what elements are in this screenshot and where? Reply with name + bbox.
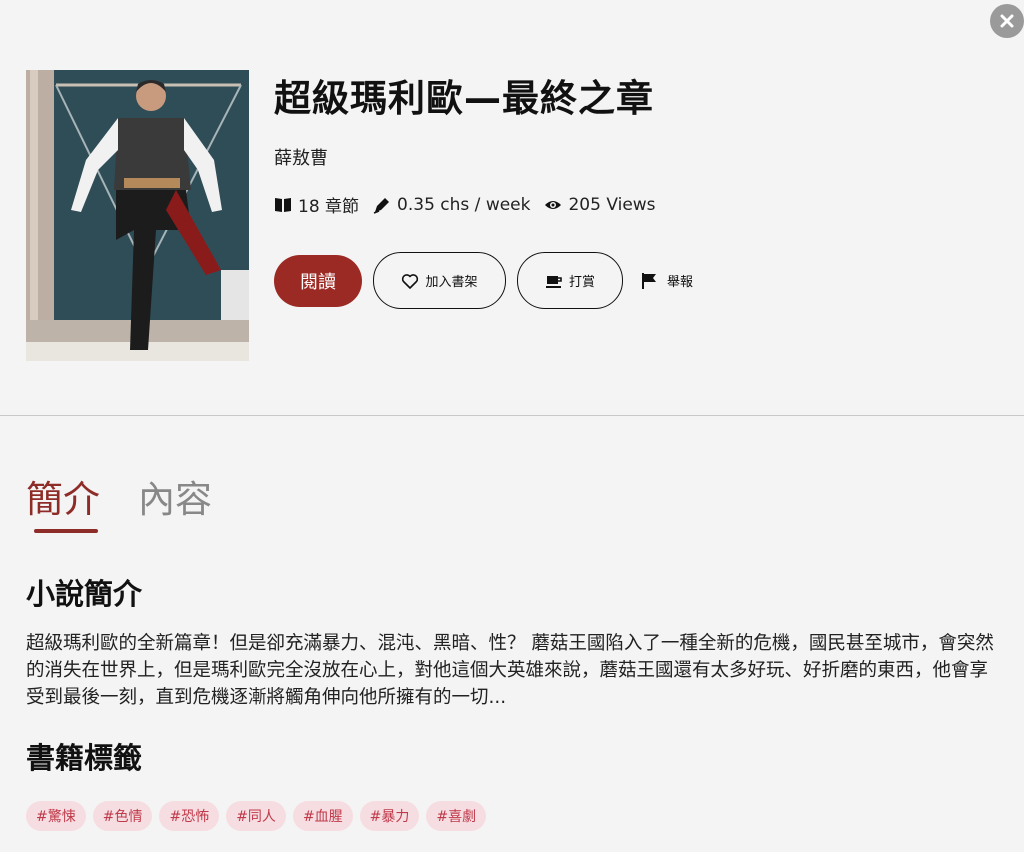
coffee-icon bbox=[545, 275, 562, 288]
add-to-shelf-label: 加入書架 bbox=[425, 275, 478, 290]
heart-icon bbox=[402, 273, 419, 289]
tab-synopsis[interactable]: 簡介 bbox=[26, 476, 100, 533]
book-cover bbox=[26, 70, 249, 361]
update-rate: 0.35 chs / week bbox=[397, 194, 531, 215]
tag-list: #驚悚 #色情 #恐怖 #同人 #血腥 #暴力 #喜劇 bbox=[26, 801, 493, 831]
book-author[interactable]: 薛敖曹 bbox=[274, 144, 328, 170]
views-count: 205 Views bbox=[568, 194, 656, 215]
read-button[interactable]: 閱讀 bbox=[274, 254, 362, 307]
flag-icon bbox=[642, 272, 656, 289]
tag-item[interactable]: #恐怖 bbox=[159, 801, 220, 831]
tip-button[interactable]: 打賞 bbox=[517, 252, 623, 309]
close-icon bbox=[1000, 14, 1014, 28]
synopsis-text: 超級瑪利歐的全新篇章！但是卻充滿暴力、混沌、黑暗、性？ 蘑菇王國陷入了一種全新的… bbox=[26, 633, 994, 708]
book-title: 超級瑪利歐—最終之章 bbox=[274, 77, 654, 120]
rate-stat: 0.35 chs / week bbox=[373, 195, 530, 215]
views-stat: 205 Views bbox=[544, 194, 656, 215]
report-label: 舉報 bbox=[667, 275, 694, 290]
tab-contents[interactable]: 內容 bbox=[138, 476, 212, 524]
book-stats: 18 章節 0.35 chs / week 205 Views bbox=[274, 192, 670, 217]
chapters-count: 18 章節 bbox=[298, 197, 360, 217]
tag-item[interactable]: #血腥 bbox=[292, 801, 353, 831]
tab-synopsis-label: 簡介 bbox=[26, 478, 100, 521]
eye-icon bbox=[545, 200, 562, 209]
book-icon bbox=[275, 197, 291, 212]
add-to-shelf-button[interactable]: 加入書架 bbox=[373, 252, 506, 309]
tip-label: 打賞 bbox=[568, 275, 595, 290]
tab-contents-label: 內容 bbox=[138, 478, 212, 521]
content-tabs: 簡介 內容 bbox=[26, 476, 250, 533]
report-button[interactable]: 舉報 bbox=[640, 271, 693, 290]
tag-item[interactable]: #驚悚 bbox=[26, 801, 86, 831]
section-divider bbox=[0, 415, 1024, 416]
book-info: 超級瑪利歐—最終之章 薛敖曹 18 章節 0.35 chs / week 205… bbox=[274, 70, 693, 309]
tag-item[interactable]: #暴力 bbox=[359, 801, 420, 831]
pen-icon bbox=[373, 197, 390, 214]
tag-item[interactable]: #色情 bbox=[92, 801, 153, 831]
close-button[interactable] bbox=[990, 4, 1024, 38]
active-tab-indicator bbox=[34, 529, 98, 533]
tag-item[interactable]: #同人 bbox=[226, 801, 286, 831]
synopsis-heading: 小說簡介 bbox=[26, 577, 143, 611]
tags-heading: 書籍標籤 bbox=[26, 741, 143, 775]
action-bar: 閱讀 加入書架 打賞 舉報 bbox=[274, 252, 693, 309]
chapters-stat: 18 章節 bbox=[274, 192, 359, 217]
tag-item[interactable]: #喜劇 bbox=[426, 801, 487, 831]
